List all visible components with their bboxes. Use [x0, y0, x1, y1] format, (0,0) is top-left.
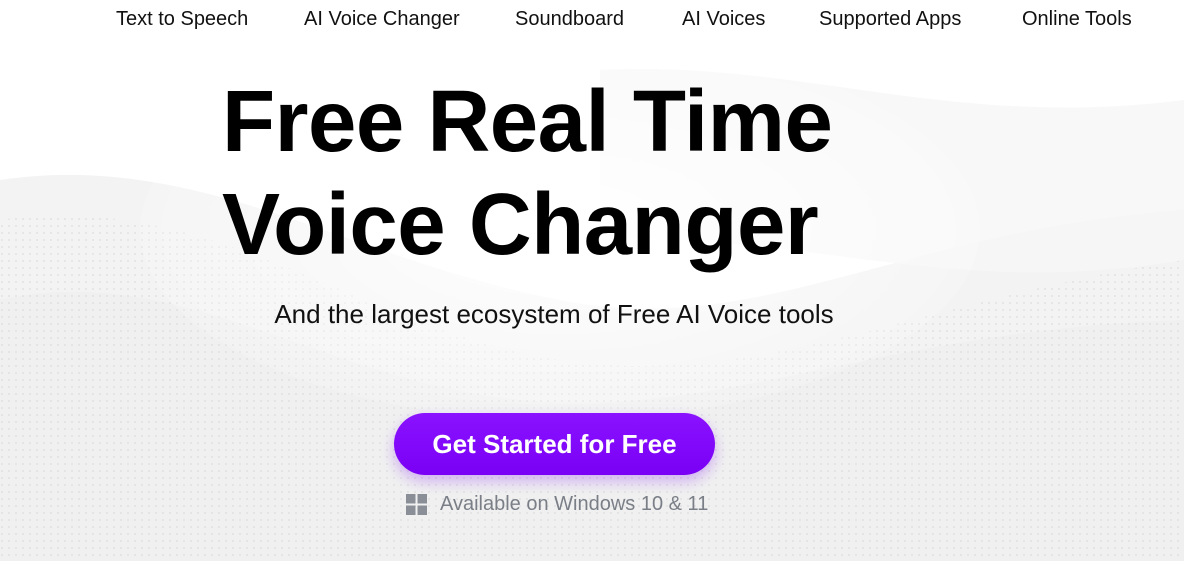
nav-item-ai-voice-changer[interactable]: AI Voice Changer — [304, 8, 460, 31]
nav-item-text-to-speech[interactable]: Text to Speech — [116, 8, 248, 31]
windows-icon — [406, 493, 427, 515]
hero-title-line-2: Voice Changer — [222, 176, 819, 273]
nav-item-ai-voices[interactable]: AI Voices — [682, 8, 765, 31]
nav-item-online-tools[interactable]: Online Tools — [1022, 8, 1132, 31]
hero-subtitle: And the largest ecosystem of Free AI Voi… — [274, 299, 834, 329]
availability-text: Available on Windows 10 & 11 — [440, 492, 709, 515]
nav-item-soundboard[interactable]: Soundboard — [515, 8, 624, 31]
availability-note: Available on Windows 10 & 11 — [406, 490, 708, 518]
hero-title-line-1: Free Real Time — [222, 73, 833, 170]
nav-item-supported-apps[interactable]: Supported Apps — [819, 8, 961, 31]
get-started-button[interactable]: Get Started for Free — [394, 413, 715, 475]
top-navigation: Text to Speech AI Voice Changer Soundboa… — [0, 0, 1184, 40]
hero-title: Free Real Time Voice Changer — [222, 70, 962, 276]
